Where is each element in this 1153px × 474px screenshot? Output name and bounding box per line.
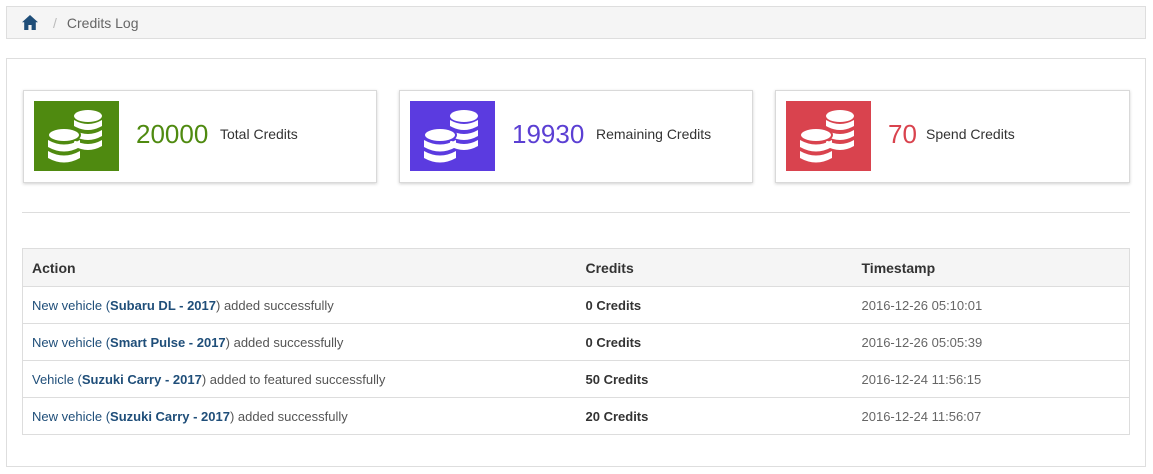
action-cell: New vehicle (Subaru DL - 2017) added suc…	[22, 286, 577, 324]
credits-value: 0 Credits	[585, 334, 642, 350]
remaining-credits-label: Remaining Credits	[596, 126, 712, 142]
spend-credits-label: Spend Credits	[926, 126, 1015, 142]
timestamp-value: 2016-12-24 11:56:07	[861, 408, 982, 424]
action-suffix: ) added successfully	[225, 334, 344, 350]
action-cell: Vehicle (Suzuki Carry - 2017) added to f…	[22, 360, 577, 398]
column-header-credits: Credits	[576, 248, 853, 287]
action-suffix: ) added to featured successfully	[201, 371, 386, 387]
action-cell: New vehicle (Smart Pulse - 2017) added s…	[22, 323, 577, 361]
credits-cell: 0 Credits	[576, 286, 853, 324]
table-row: New vehicle (Subaru DL - 2017) added suc…	[22, 286, 1130, 324]
table-row: New vehicle (Smart Pulse - 2017) added s…	[22, 323, 1130, 361]
action-suffix: ) added successfully	[216, 297, 334, 313]
stat-spend-credits: 70 Spend Credits	[775, 90, 1130, 183]
action-link[interactable]: Vehicle (	[32, 372, 82, 387]
timestamp-cell: 2016-12-24 11:56:15	[852, 360, 1130, 398]
credits-panel: 20000 Total Credits 19930 Remaining Cred…	[6, 58, 1146, 467]
timestamp-cell: 2016-12-26 05:05:39	[852, 323, 1130, 361]
total-credits-label: Total Credits	[220, 126, 298, 142]
table-row: New vehicle (Suzuki Carry - 2017) added …	[22, 397, 1130, 435]
action-cell: New vehicle (Suzuki Carry - 2017) added …	[22, 397, 577, 435]
home-icon[interactable]	[21, 14, 39, 32]
coins-icon	[786, 101, 871, 171]
credits-cell: 20 Credits	[576, 397, 853, 435]
vehicle-link[interactable]: Smart Pulse - 2017	[110, 335, 226, 350]
timestamp-value: 2016-12-26 05:10:01	[861, 297, 983, 313]
breadcrumb-current: Credits Log	[66, 14, 139, 31]
credits-value: 50 Credits	[585, 371, 649, 387]
timestamp-value: 2016-12-26 05:05:39	[861, 334, 983, 350]
coins-icon	[410, 101, 495, 171]
remaining-credits-value: 19930	[512, 119, 585, 149]
stat-total-credits: 20000 Total Credits	[23, 90, 377, 183]
section-divider	[22, 212, 1130, 213]
column-header-action: Action	[22, 248, 577, 287]
spend-credits-value: 70	[888, 119, 917, 149]
action-suffix: ) added successfully	[229, 408, 348, 424]
breadcrumb: / Credits Log	[6, 6, 1146, 39]
action-link[interactable]: New vehicle (	[32, 298, 110, 313]
timestamp-cell: 2016-12-24 11:56:07	[852, 397, 1130, 435]
breadcrumb-separator: /	[53, 14, 57, 31]
table-header-row: Action Credits Timestamp	[22, 248, 1130, 287]
vehicle-link[interactable]: Suzuki Carry - 2017	[110, 409, 230, 424]
column-header-timestamp: Timestamp	[852, 248, 1130, 287]
credits-log-table: Action Credits Timestamp New vehicle (Su…	[22, 248, 1130, 435]
timestamp-cell: 2016-12-26 05:10:01	[852, 286, 1130, 324]
table-row: Vehicle (Suzuki Carry - 2017) added to f…	[22, 360, 1130, 398]
action-link[interactable]: New vehicle (	[32, 335, 110, 350]
credits-value: 0 Credits	[585, 297, 642, 313]
coins-icon	[34, 101, 119, 171]
timestamp-value: 2016-12-24 11:56:15	[861, 371, 982, 387]
credits-cell: 50 Credits	[576, 360, 853, 398]
vehicle-link[interactable]: Subaru DL - 2017	[110, 298, 216, 313]
vehicle-link[interactable]: Suzuki Carry - 2017	[82, 372, 202, 387]
credits-value: 20 Credits	[585, 408, 649, 424]
credits-cell: 0 Credits	[576, 323, 853, 361]
stat-remaining-credits: 19930 Remaining Credits	[399, 90, 753, 183]
total-credits-value: 20000	[136, 119, 209, 149]
action-link[interactable]: New vehicle (	[32, 409, 110, 424]
